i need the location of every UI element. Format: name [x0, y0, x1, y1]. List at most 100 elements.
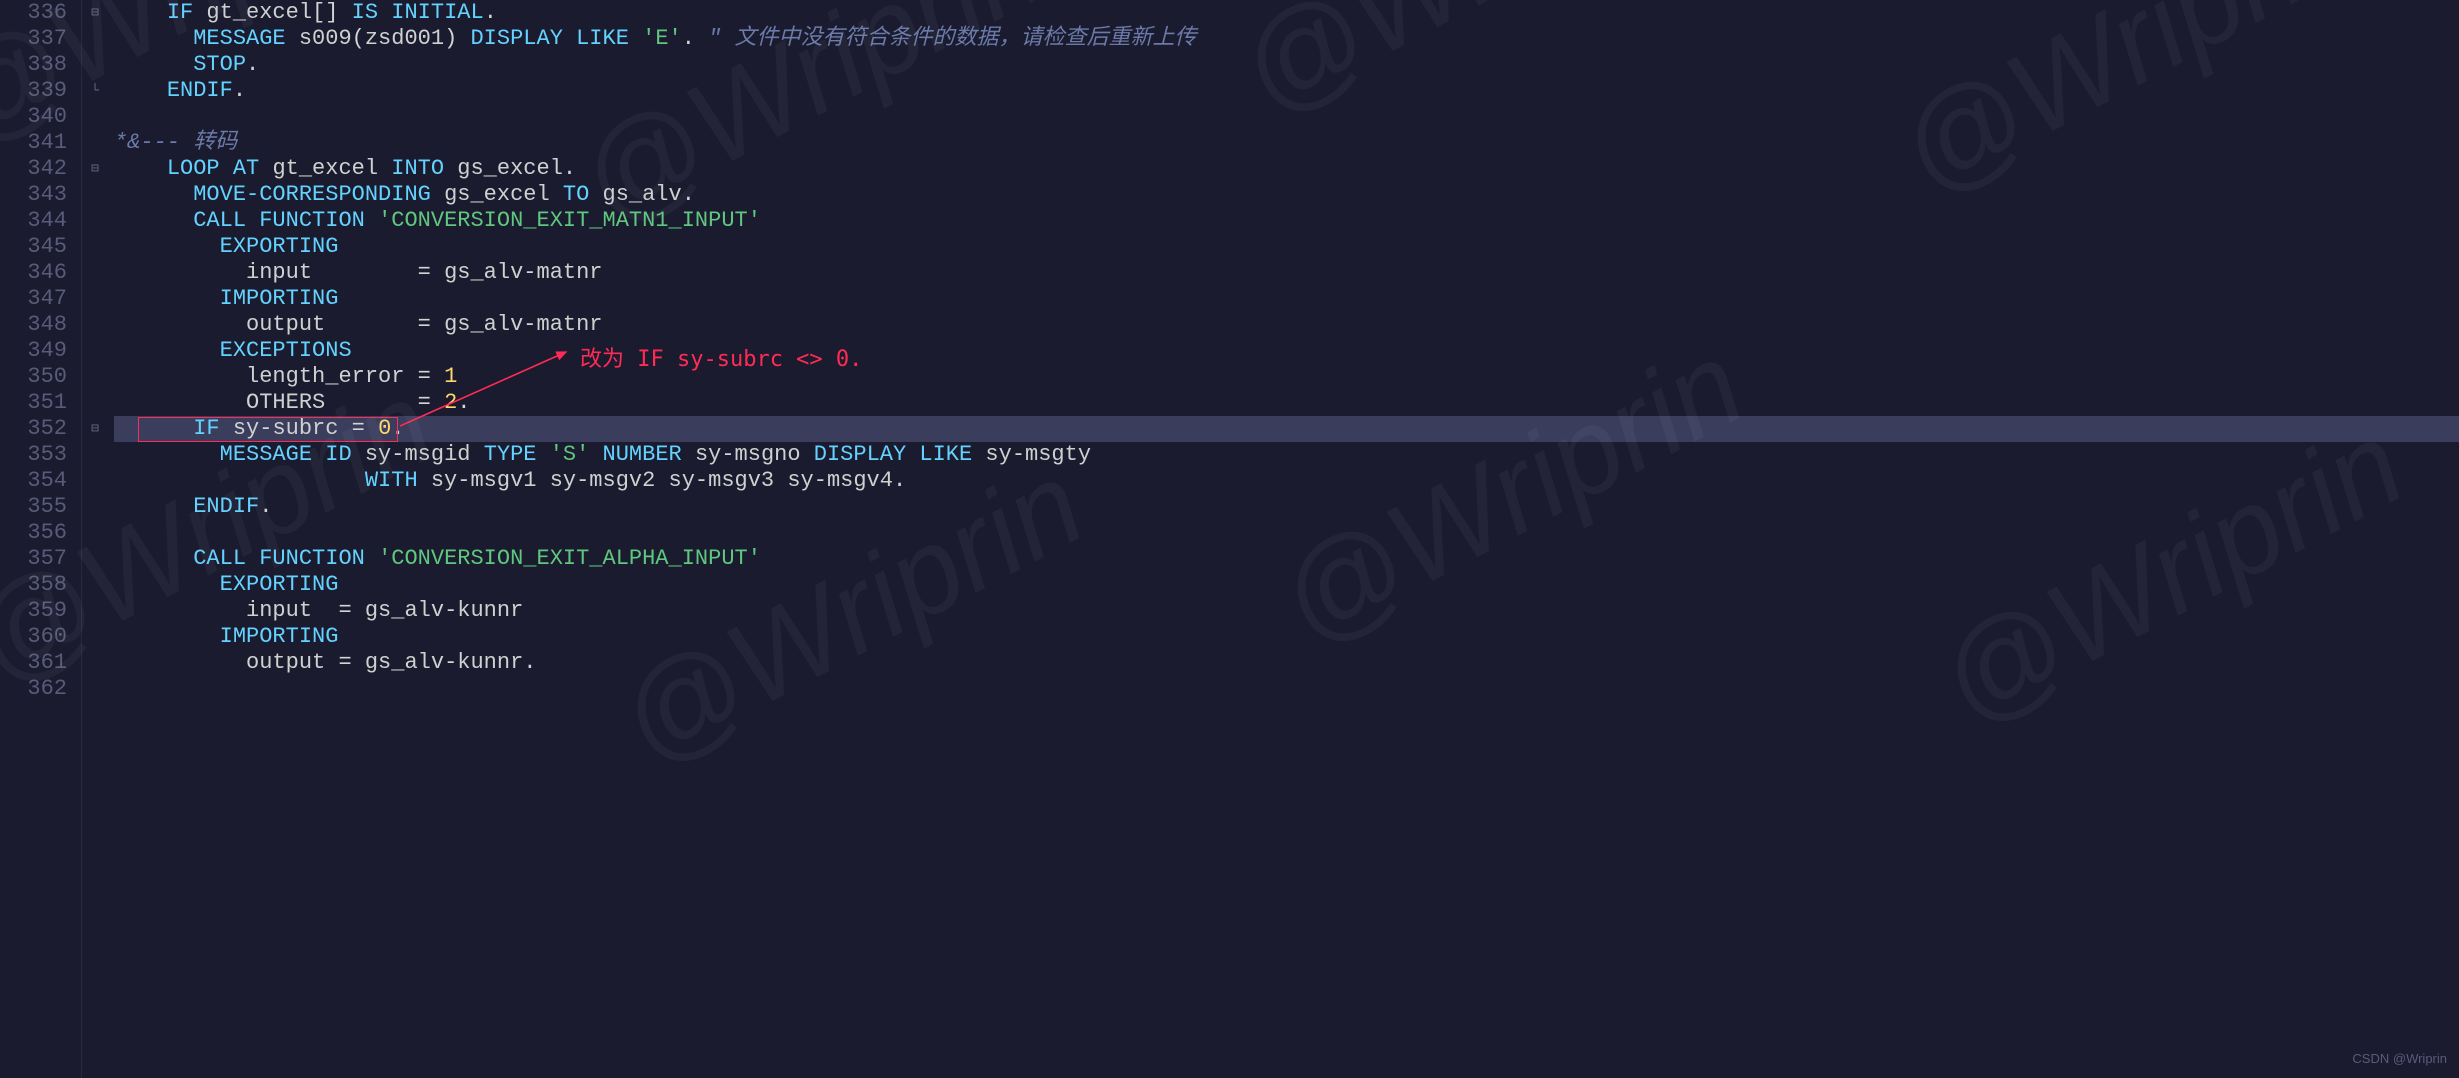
fold-marker[interactable] [82, 442, 108, 468]
token-ws [312, 442, 325, 467]
token-var: kunnr [457, 598, 523, 623]
token-ws [312, 598, 338, 623]
token-op: = [418, 390, 431, 415]
fold-marker[interactable]: ⊟ [82, 156, 108, 182]
token-kw: INTO [391, 156, 444, 181]
code-line[interactable]: IF sy-subrc = 0. [114, 416, 2459, 442]
fold-marker[interactable] [82, 286, 108, 312]
code-line[interactable]: length_error = 1 [114, 364, 2459, 390]
token-ws [114, 0, 167, 25]
fold-marker[interactable] [82, 260, 108, 286]
code-line[interactable]: CALL FUNCTION 'CONVERSION_EXIT_MATN1_INP… [114, 208, 2459, 234]
code-line[interactable]: ENDIF. [114, 78, 2459, 104]
token-kw: WITH [365, 468, 418, 493]
line-number: 347 [0, 286, 67, 312]
code-line[interactable]: input = gs_alv-kunnr [114, 598, 2459, 624]
token-op: = [418, 312, 431, 337]
code-line[interactable]: WITH sy-msgv1 sy-msgv2 sy-msgv3 sy-msgv4… [114, 468, 2459, 494]
token-var: sy [985, 442, 1011, 467]
token-dot: . [259, 494, 272, 519]
code-line[interactable]: CALL FUNCTION 'CONVERSION_EXIT_ALPHA_INP… [114, 546, 2459, 572]
code-line[interactable]: IMPORTING [114, 286, 2459, 312]
code-editor[interactable]: 3363373383393403413423433443453463473483… [0, 0, 2459, 1078]
token-var: gs_alv [444, 312, 523, 337]
fold-column[interactable]: ⊟ └ ⊟ ⊟ [82, 0, 108, 1078]
token-ws [431, 182, 444, 207]
token-kw: MESSAGE [193, 26, 285, 51]
code-line[interactable]: MESSAGE s009(zsd001) DISPLAY LIKE 'E'. "… [114, 26, 2459, 52]
token-kw: ENDIF [193, 494, 259, 519]
fold-marker[interactable] [82, 364, 108, 390]
code-line[interactable]: ENDIF. [114, 494, 2459, 520]
token-var: s009 [299, 26, 352, 51]
token-var: msgv2 [589, 468, 655, 493]
fold-marker[interactable] [82, 208, 108, 234]
fold-marker[interactable] [82, 390, 108, 416]
code-line[interactable] [114, 104, 2459, 130]
fold-marker[interactable] [82, 312, 108, 338]
fold-marker[interactable] [82, 572, 108, 598]
code-line[interactable]: OTHERS = 2. [114, 390, 2459, 416]
token-ws [114, 598, 246, 623]
token-ws [114, 338, 220, 363]
token-ws [259, 156, 272, 181]
token-op: = [352, 416, 365, 441]
fold-marker[interactable] [82, 520, 108, 546]
code-line[interactable]: LOOP AT gt_excel INTO gs_excel. [114, 156, 2459, 182]
token-kw: DISPLAY [814, 442, 906, 467]
token-ws [695, 26, 708, 51]
fold-marker[interactable] [82, 546, 108, 572]
code-line[interactable]: *&--- 转码 [114, 130, 2459, 156]
token-kw: IF [193, 416, 219, 441]
fold-marker[interactable] [82, 494, 108, 520]
token-ws [629, 26, 642, 51]
code-line[interactable]: output = gs_alv-kunnr. [114, 650, 2459, 676]
fold-marker[interactable]: ⊟ [82, 416, 108, 442]
token-kw: ID [325, 442, 351, 467]
fold-marker[interactable] [82, 650, 108, 676]
fold-marker[interactable] [82, 234, 108, 260]
token-ws [431, 390, 444, 415]
token-ws [537, 442, 550, 467]
fold-marker[interactable] [82, 338, 108, 364]
code-line[interactable]: IMPORTING [114, 624, 2459, 650]
fold-marker[interactable] [82, 52, 108, 78]
fold-marker[interactable] [82, 624, 108, 650]
token-var: subrc [272, 416, 338, 441]
code-line[interactable] [114, 676, 2459, 702]
code-line[interactable]: EXPORTING [114, 572, 2459, 598]
code-line[interactable]: output = gs_alv-matnr [114, 312, 2459, 338]
token-ws [114, 390, 246, 415]
token-var: matnr [537, 260, 603, 285]
fold-marker[interactable]: ⊟ [82, 0, 108, 26]
fold-marker[interactable] [82, 104, 108, 130]
token-ws [286, 26, 299, 51]
code-line[interactable]: EXCEPTIONS [114, 338, 2459, 364]
fold-marker[interactable] [82, 26, 108, 52]
code-line[interactable]: STOP. [114, 52, 2459, 78]
fold-marker[interactable] [82, 676, 108, 702]
code-line[interactable]: input = gs_alv-matnr [114, 260, 2459, 286]
fold-marker[interactable] [82, 130, 108, 156]
fold-marker[interactable] [82, 468, 108, 494]
code-line[interactable]: EXPORTING [114, 234, 2459, 260]
fold-marker[interactable] [82, 598, 108, 624]
line-number: 358 [0, 572, 67, 598]
code-line[interactable]: IF gt_excel[] IS INITIAL. [114, 0, 2459, 26]
token-ws [114, 52, 193, 77]
line-number: 355 [0, 494, 67, 520]
fold-marker[interactable]: └ [82, 78, 108, 104]
code-area[interactable]: IF gt_excel[] IS INITIAL. MESSAGE s009(z… [108, 0, 2459, 1078]
line-number: 353 [0, 442, 67, 468]
fold-marker[interactable] [82, 182, 108, 208]
token-kw: IMPORTING [220, 286, 339, 311]
line-number: 340 [0, 104, 67, 130]
token-dot: . [893, 468, 906, 493]
token-dot: . [523, 650, 536, 675]
token-var: sy [669, 468, 695, 493]
token-ws [418, 468, 431, 493]
line-number: 350 [0, 364, 67, 390]
code-line[interactable]: MOVE-CORRESPONDING gs_excel TO gs_alv. [114, 182, 2459, 208]
code-line[interactable] [114, 520, 2459, 546]
code-line[interactable]: MESSAGE ID sy-msgid TYPE 'S' NUMBER sy-m… [114, 442, 2459, 468]
